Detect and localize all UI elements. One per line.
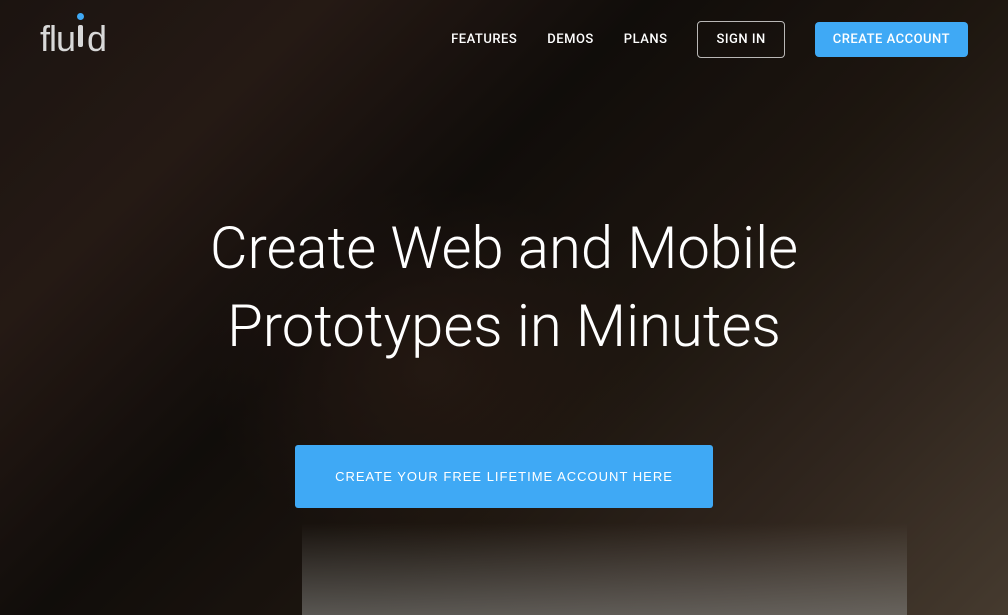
nav-right: FEATURES DEMOS PLANS SIGN IN CREATE ACCO… <box>451 21 968 58</box>
nav-link-demos[interactable]: DEMOS <box>547 32 594 47</box>
nav-link-features[interactable]: FEATURES <box>451 32 517 47</box>
nav-link-plans[interactable]: PLANS <box>624 32 668 47</box>
brand-logo-text: flud <box>40 18 106 60</box>
create-account-button[interactable]: CREATE ACCOUNT <box>815 22 968 57</box>
sign-in-button[interactable]: SIGN IN <box>697 21 784 58</box>
hero-title: Create Web and Mobile Prototypes in Minu… <box>0 210 1008 367</box>
hero-cta-wrapper: CREATE YOUR FREE LIFETIME ACCOUNT HERE <box>0 445 1008 508</box>
navbar: flud FEATURES DEMOS PLANS SIGN IN CREATE… <box>0 0 1008 60</box>
hero-cta-button[interactable]: CREATE YOUR FREE LIFETIME ACCOUNT HERE <box>295 445 713 508</box>
brand-logo[interactable]: flud <box>40 18 106 60</box>
hero-content: Create Web and Mobile Prototypes in Minu… <box>0 60 1008 508</box>
